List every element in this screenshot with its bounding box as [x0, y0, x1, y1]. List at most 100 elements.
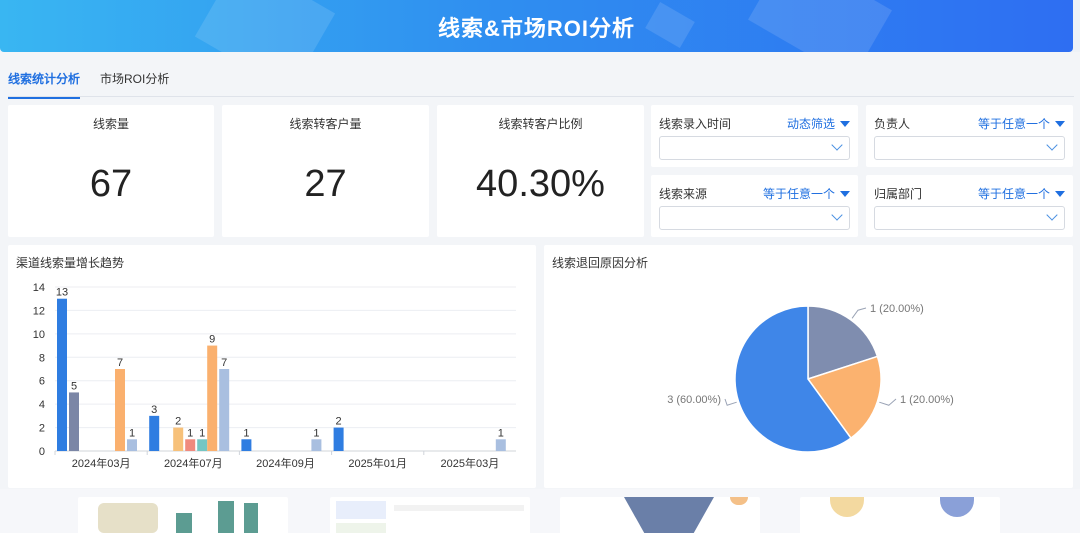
bar-value-label: 2	[175, 416, 181, 428]
filter-operator-label: 等于任意一个	[977, 187, 1050, 201]
bar	[311, 439, 322, 451]
tab-lead-stats[interactable]: 线索统计分析	[8, 66, 81, 99]
bar	[207, 345, 218, 451]
filter-value-select[interactable]	[659, 136, 850, 160]
caret-down-icon	[840, 121, 850, 127]
x-tick-label: 2025年03月	[441, 456, 500, 470]
template-preview-strip	[0, 489, 1080, 533]
bar	[149, 415, 160, 451]
caret-down-icon	[1055, 121, 1065, 127]
bar-chart: 02468101214 13571321 1971 1212024年03月 2024年0…	[33, 282, 516, 470]
bar-value-label: 7	[117, 357, 123, 369]
kpi-card-conversion-rate: 线索转客户比例 40.30%	[437, 105, 644, 237]
bar-value-label: 1	[498, 427, 504, 439]
bar	[495, 439, 506, 451]
kpi-value: 67	[89, 163, 133, 205]
filter-lead-source: 线索来源 等于任意一个	[651, 175, 858, 237]
caret-down-icon	[840, 191, 850, 197]
bar	[115, 369, 125, 451]
filter-operator-dropdown[interactable]: 等于任意一个	[763, 185, 850, 202]
channel-lead-trend-panel: 渠道线索量增长趋势 0 2 4 6 8 10 12 14 13 5 7 1 3 2 1 1 9 7 1 1 2 1 2024…	[8, 245, 536, 488]
caret-down-icon	[1055, 191, 1065, 197]
kpi-label: 线索转客户量	[289, 117, 362, 131]
preview-thumbnail[interactable]	[800, 497, 1000, 533]
pie-slice-label: 3 (60.00%)	[667, 394, 721, 406]
lead-return-reason-panel: 线索退回原因分析 1 (20.00%) 1 (20.00%) 3 (60.00%)	[544, 245, 1073, 488]
y-tick-label: 14	[33, 282, 45, 294]
x-tick-label: 2024年09月	[256, 456, 315, 470]
filter-operator-dropdown[interactable]: 动态筛选	[787, 115, 850, 132]
filter-operator-dropdown[interactable]: 等于任意一个	[978, 185, 1065, 202]
preview-bar-block	[218, 501, 234, 533]
y-tick-label: 0	[39, 446, 45, 458]
chevron-down-icon	[831, 139, 843, 151]
kpi-value: 40.30%	[476, 163, 605, 205]
bar	[241, 439, 252, 451]
y-tick-label: 2	[39, 423, 45, 435]
bar	[69, 392, 79, 451]
preview-bar-block	[244, 503, 258, 533]
tab-market-roi[interactable]: 市场ROI分析	[100, 66, 169, 99]
x-tick-label: 2024年03月	[72, 456, 131, 470]
pie-chart: 1 (20.00%) 1 (20.00%) 3 (60.00%)	[667, 303, 954, 453]
filter-lead-entry-time: 线索录入时间 动态筛选	[651, 105, 858, 167]
filter-label: 负责人	[874, 117, 911, 131]
bar	[185, 439, 196, 451]
chevron-down-icon	[1046, 209, 1058, 221]
preview-bar-block	[176, 513, 192, 533]
preview-funnel-block	[624, 497, 714, 533]
y-tick-label: 12	[33, 305, 45, 317]
x-tick-label: 2024年07月	[164, 456, 223, 470]
bar-value-label: 5	[71, 380, 77, 392]
header-banner: 线索&市场ROI分析	[0, 0, 1073, 52]
bar-value-label: 3	[151, 404, 157, 416]
bar-value-label: 13	[56, 287, 68, 299]
filter-operator-dropdown[interactable]: 等于任意一个	[978, 115, 1065, 132]
chevron-down-icon	[831, 209, 843, 221]
bar-value-label: 2	[336, 416, 342, 428]
preview-pie-block	[940, 497, 974, 517]
kpi-card-lead-count: 线索量 67	[8, 105, 214, 237]
bar	[197, 439, 208, 451]
kpi-label: 线索量	[92, 117, 129, 131]
pie-slice-label: 1 (20.00%)	[900, 394, 954, 406]
bar-value-label: 9	[209, 334, 215, 346]
preview-thumbnail[interactable]	[78, 497, 288, 533]
kpi-label: 线索转客户比例	[498, 117, 583, 131]
filter-value-select[interactable]	[874, 136, 1065, 160]
bar-value-label: 1	[243, 427, 249, 439]
filter-operator-label: 等于任意一个	[977, 117, 1050, 131]
filter-operator-label: 动态筛选	[786, 117, 835, 131]
filter-value-select[interactable]	[874, 206, 1065, 230]
preview-map-block	[98, 503, 158, 533]
bar-value-label: 1	[199, 427, 205, 439]
bar	[333, 427, 344, 451]
preview-pie-block	[730, 497, 748, 505]
x-tick-label: 2025年01月	[348, 456, 407, 470]
preview-thumbnail[interactable]	[330, 497, 530, 533]
bar-value-label: 1	[187, 427, 193, 439]
bar	[219, 369, 230, 451]
page-title: 线索&市场ROI分析	[437, 16, 635, 41]
filter-value-select[interactable]	[659, 206, 850, 230]
y-tick-label: 8	[39, 352, 45, 364]
pie-leader-line	[851, 307, 867, 319]
filter-owner: 负责人 等于任意一个	[866, 105, 1073, 167]
tab-bar: 线索统计分析 市场ROI分析	[8, 66, 189, 99]
y-tick-label: 4	[39, 399, 45, 411]
filter-label: 线索录入时间	[659, 117, 732, 131]
bar-value-label: 1	[313, 427, 319, 439]
kpi-value: 27	[304, 163, 347, 205]
pie-slice-label: 1 (20.00%)	[870, 303, 924, 315]
bar	[127, 439, 137, 451]
kpi-card-converted-count: 线索转客户量 27	[222, 105, 429, 237]
y-tick-label: 6	[39, 376, 45, 388]
bar	[173, 427, 184, 451]
pie-leader-line	[724, 398, 737, 406]
pie-leader-line	[879, 398, 897, 406]
preview-thumbnail[interactable]	[560, 497, 760, 533]
preview-pie-block	[830, 497, 864, 517]
bar-value-label: 1	[129, 427, 135, 439]
filter-label: 线索来源	[659, 187, 708, 201]
bar-value-label: 7	[221, 357, 227, 369]
